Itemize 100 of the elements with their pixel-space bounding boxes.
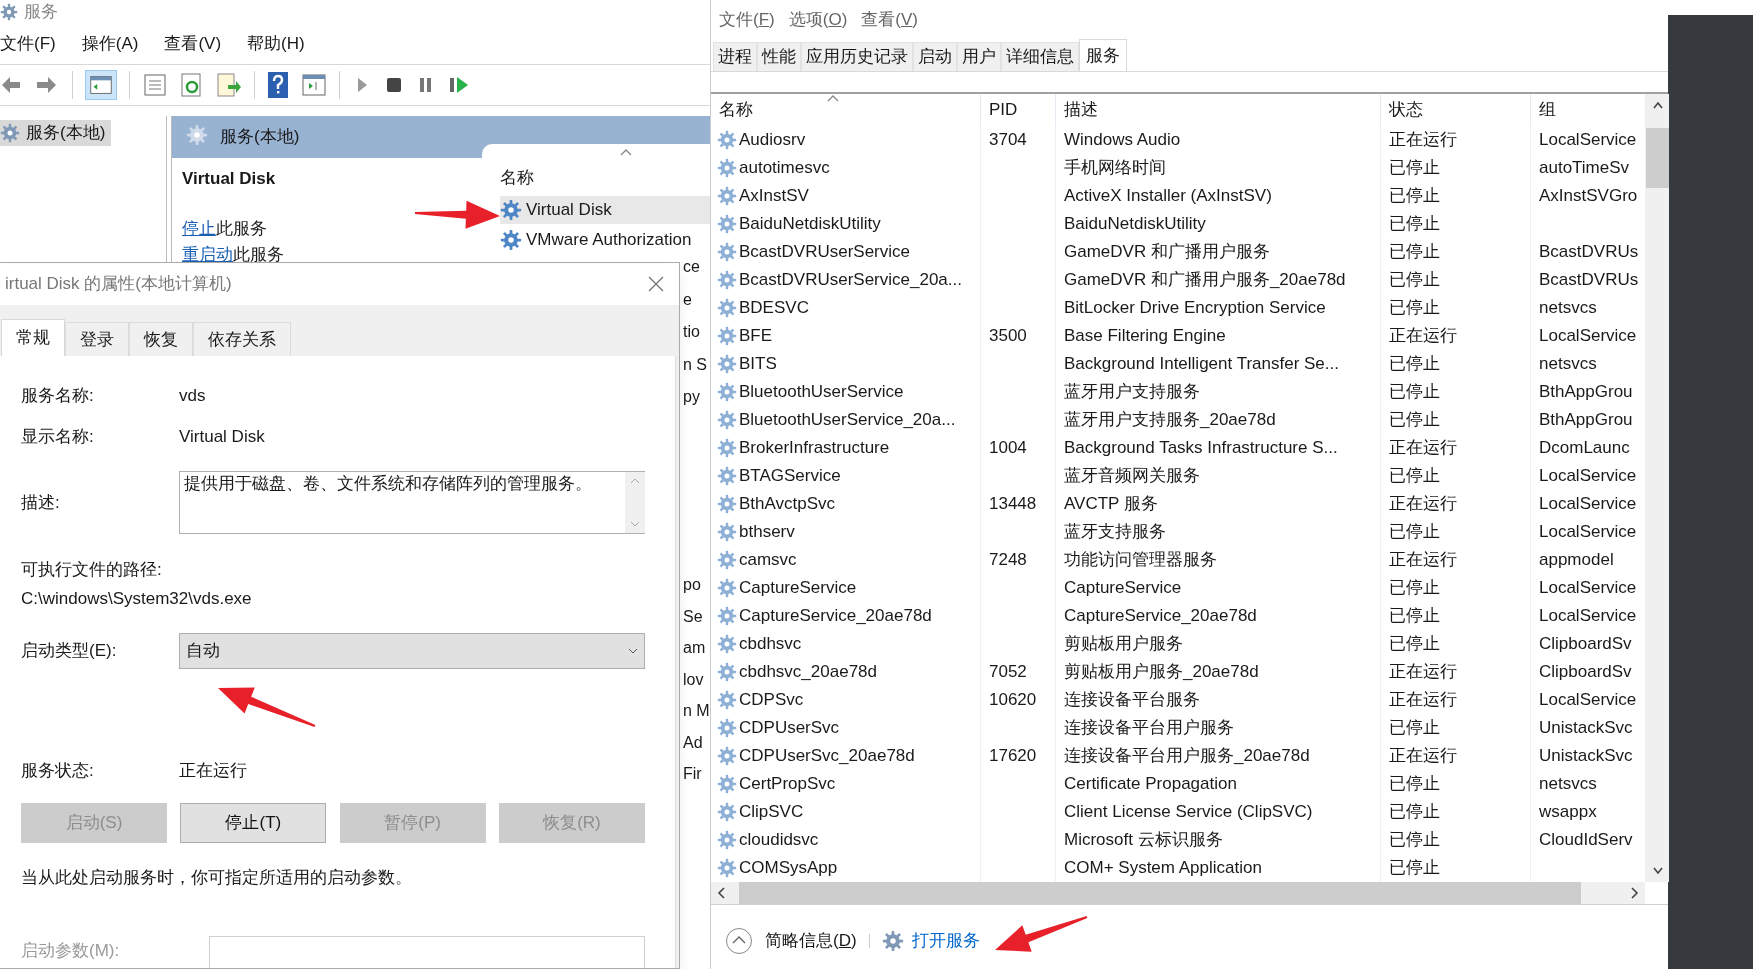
list-item-text-fragment: e [683,289,692,310]
table-cell-text: CDPUserSvc [739,717,840,740]
column-header[interactable]: 名称 [500,164,534,190]
menu-item[interactable]: 选项(O) [788,7,848,33]
list-item[interactable]: Virtual Disk [500,196,710,224]
gear-icon [717,578,737,598]
table-cell-text: CaptureService_20ae78d [1064,605,1257,628]
gear-icon [717,718,737,738]
table-cell-text: Background Intelligent Transfer Se... [1064,353,1339,376]
help-icon[interactable] [267,71,289,99]
field-value: Virtual Disk [179,425,265,448]
field-label: 服务状态: [21,760,95,782]
action-link[interactable]: 停止 [182,218,216,238]
status-value: 正在运行 [179,760,247,782]
gear-icon [717,522,737,542]
menu-item[interactable]: 查看(V) [861,7,918,33]
table-cell-text: CertPropSvc [739,773,836,796]
table-cell-text: LocalService [1539,465,1637,488]
window-icon[interactable] [301,72,327,98]
table-cell-text: BluetoothUserService [739,381,904,404]
dialog-tab[interactable]: 恢复 [129,322,193,356]
list-item-text-fragment: py [683,387,700,407]
table-cell-text: BcastDVRUserService [739,241,910,264]
task-manager-tab[interactable]: 应用历史记录 [801,42,913,71]
close-icon[interactable] [647,275,665,293]
list-item-text-fragment: tio [683,322,700,342]
service-button[interactable]: 停止(T) [180,802,327,843]
menu-item[interactable]: 查看(V) [164,31,222,57]
task-manager-tab[interactable]: 详细信息 [1001,42,1079,71]
table-cell-text: UnistackSvc [1539,717,1633,740]
table-cell-text: BaiduNetdiskUtility [1064,213,1206,236]
gear-icon [717,242,737,262]
table-cell-text: 13448 [989,493,1037,516]
open-services-link[interactable]: 打开服务 [881,928,980,954]
table-cell-text: netsvcs [1539,297,1597,320]
task-manager-tab[interactable]: 启动 [913,42,957,71]
gear-icon [717,466,737,486]
gear-icon [717,214,737,234]
table-cell-text: BthAppGrou [1539,409,1633,432]
gear-icon [717,550,737,570]
dialog-tab[interactable]: 常规 [1,319,65,356]
gear-icon [717,158,737,178]
column-header[interactable]: 状态 [1381,94,1531,126]
field-value: vds [179,385,206,407]
gear-icon [717,662,737,682]
table-cell-text: 3704 [989,129,1027,152]
task-manager-tab[interactable]: 进程 [713,42,757,71]
table-cell-text: 蓝牙音频网关服务 [1064,465,1200,488]
restart-icon[interactable] [448,74,470,96]
task-manager-tab[interactable]: 性能 [757,42,801,71]
gear-icon [0,122,20,143]
action-link[interactable]: 重启动 [182,244,233,264]
table-cell-text: 功能访问管理器服务 [1064,549,1217,572]
column-header[interactable]: 名称 [711,94,981,126]
table-cell-text: 连接设备平台服务 [1064,689,1200,712]
list-item[interactable]: VMware Authorization [500,226,710,254]
table-cell-text: ActiveX Installer (AxInstSV) [1064,185,1272,208]
export-icon[interactable] [216,72,242,98]
table-cell-text: Base Filtering Engine [1064,325,1226,348]
column-header[interactable]: PID [981,94,1056,126]
gear-icon [717,354,737,374]
startup-type-dropdown[interactable]: 自动 [179,633,645,669]
task-manager-tab[interactable]: 用户 [957,42,1001,71]
vertical-scrollbar[interactable] [1646,94,1669,882]
gear-icon [717,774,737,794]
list-item-text-fragment: po [683,575,701,595]
menu-item[interactable]: 帮助(H) [247,31,305,57]
menu-item[interactable]: 文件(F) [0,31,56,57]
table-cell-text: AxInstSVGro [1539,185,1638,208]
gear-icon [500,199,522,221]
refresh-icon[interactable] [180,72,204,98]
table-cell-text: 3500 [989,325,1027,348]
field-label: 可执行文件的路径: [21,559,163,581]
service-title: Virtual Disk [182,168,277,190]
table-cell-text: LocalService [1539,689,1637,712]
table-cell-text: ClipboardSv [1539,661,1632,684]
column-header[interactable]: 描述 [1056,94,1381,126]
field-label: 描述: [21,491,61,514]
start-params-field[interactable] [209,935,645,968]
tree-item[interactable]: 服务(本地) [0,120,112,146]
task-manager-tab[interactable]: 服务 [1079,39,1127,71]
dialog-tab[interactable]: 登录 [65,322,129,356]
table-cell-text: BcastDVRUs [1539,269,1639,292]
scrollbar-thumb[interactable] [1646,128,1669,188]
table-cell-text: ClipboardSv [1539,633,1632,656]
collapse-icon[interactable] [725,927,753,955]
menu-item[interactable]: 文件(F) [719,7,775,33]
table-cell-text: cbdhsvc [739,633,802,656]
table-cell-text: 已停止 [1389,773,1440,796]
console-tree-icon[interactable] [85,70,117,100]
gear-icon [717,494,737,514]
table-cell-text: 蓝牙用户支持服务 [1064,381,1200,404]
summary-button[interactable]: 简略信息(D) [765,928,857,954]
menu-item[interactable]: 操作(A) [81,31,139,57]
table-cell-text: CDPSvc [739,689,804,712]
list-item-text-fragment: am [683,638,706,658]
dialog-tab[interactable]: 依存关系 [193,322,291,356]
table-cell-text: 已停止 [1389,157,1440,180]
table-cell-text: BthAppGrou [1539,381,1633,404]
properties-icon[interactable] [142,72,168,98]
